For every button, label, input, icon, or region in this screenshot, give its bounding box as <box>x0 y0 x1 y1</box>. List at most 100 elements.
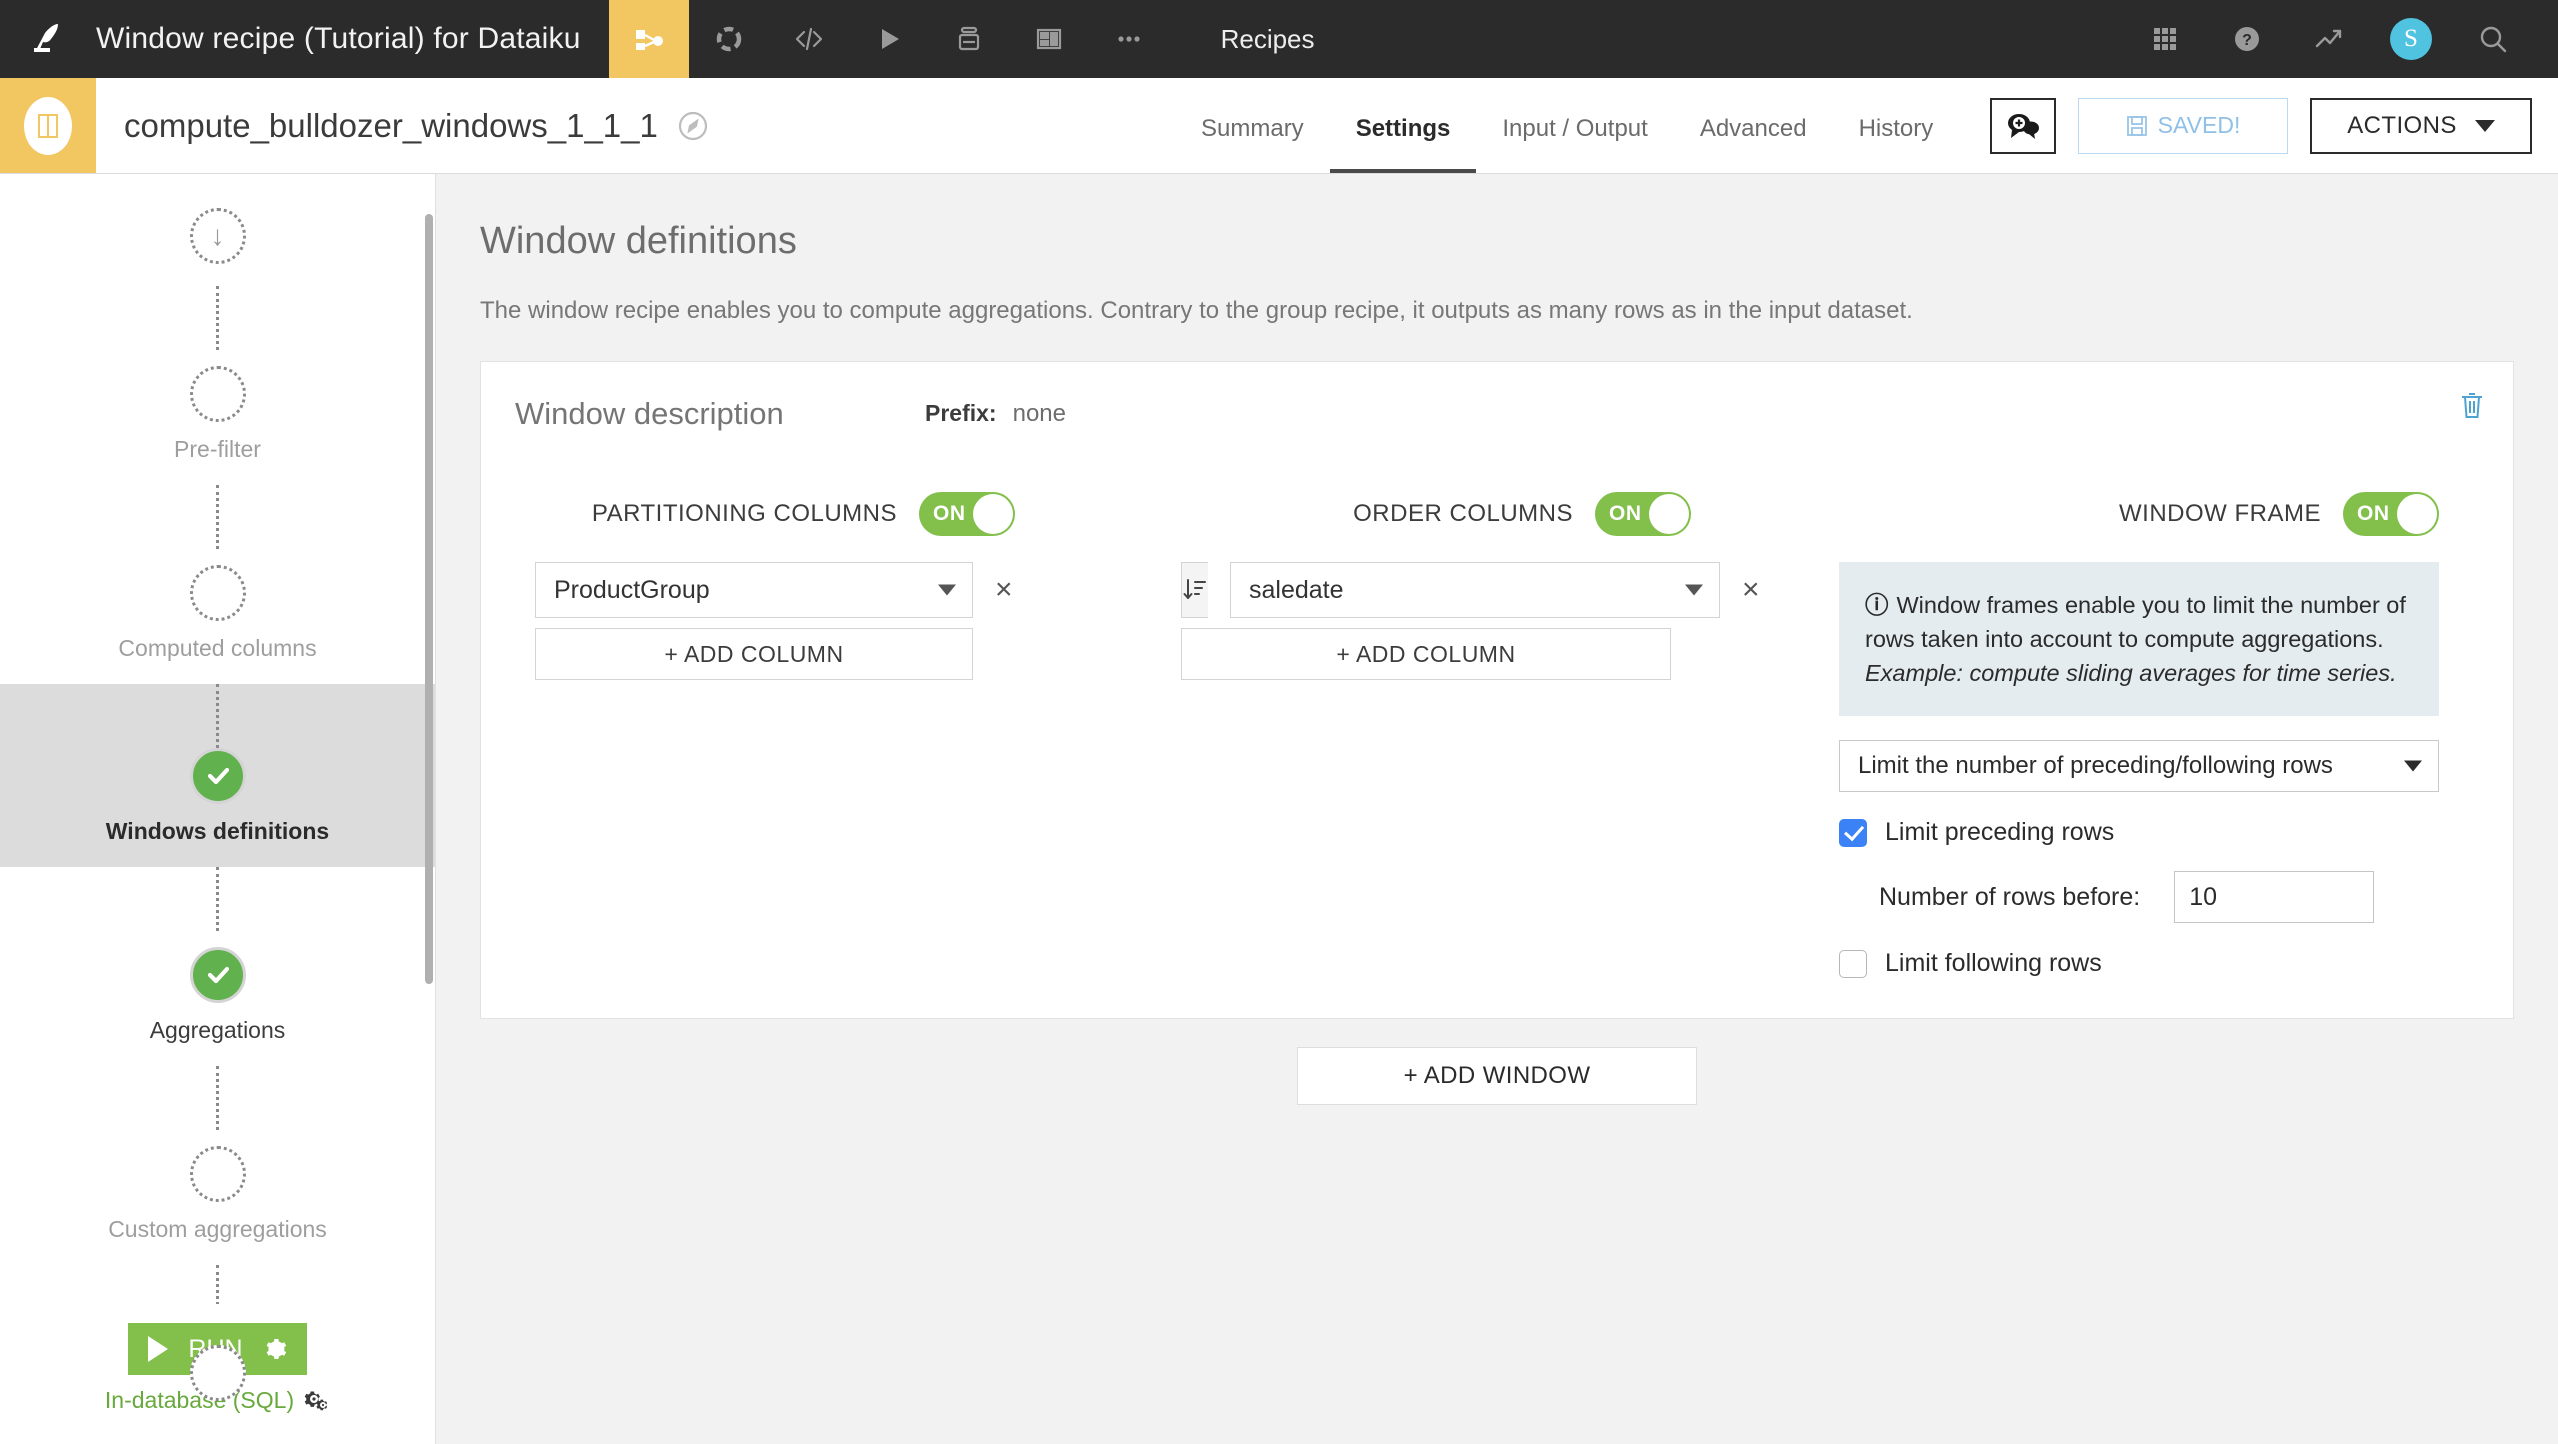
recipe-name[interactable]: compute_bulldozer_windows_1_1_1 <box>124 107 658 145</box>
step-node-check-icon <box>189 947 246 1003</box>
order-columns-title: ORDER COLUMNS <box>1353 500 1573 527</box>
toggle-knob <box>973 494 1013 534</box>
sort-direction-icon[interactable] <box>1181 562 1208 618</box>
window-frame-mode-value: Limit the number of preceding/following … <box>1858 752 2333 780</box>
gear-icon[interactable] <box>263 1337 287 1361</box>
window-frame-mode-select[interactable]: Limit the number of preceding/following … <box>1839 740 2439 793</box>
add-window-button[interactable]: + ADD WINDOW <box>1297 1047 1697 1106</box>
main-content: Window definitions The window recipe ena… <box>436 174 2558 1444</box>
add-order-column-button[interactable]: + ADD COLUMN <box>1181 628 1671 680</box>
recipe-header-actions: SAVED! ACTIONS <box>1990 78 2532 173</box>
info-icon: ⓘ <box>1865 592 1889 618</box>
order-columns-toggle[interactable]: ON <box>1595 492 1691 536</box>
order-toggle-state: ON <box>1609 502 1642 525</box>
limit-preceding-rows-row: Limit preceding rows <box>1839 818 2439 847</box>
actions-label: ACTIONS <box>2347 111 2457 139</box>
recipe-type-badge <box>0 78 96 173</box>
notebooks-icon[interactable] <box>929 0 1009 78</box>
partitioning-column-value: ProductGroup <box>554 575 710 604</box>
partitioning-columns-title: PARTITIONING COLUMNS <box>591 500 897 527</box>
rows-before-label: Number of rows before: <box>1879 882 2141 911</box>
window-frame-block: WINDOW FRAME ON ⓘ Window frames enable yo… <box>1839 492 2439 978</box>
actions-button[interactable]: ACTIONS <box>2310 97 2532 154</box>
flow-icon[interactable] <box>608 0 689 78</box>
chevron-down-icon <box>1685 584 1703 596</box>
limit-following-rows-checkbox[interactable] <box>1839 949 1867 978</box>
order-columns-block: ORDER COLUMNS ON saledate × + ADD COLUMN <box>1181 492 1760 680</box>
sidebar-step-windows-definitions[interactable]: Windows definitions <box>0 684 435 867</box>
section-label-recipes[interactable]: Recipes <box>1221 24 1315 55</box>
window-frame-info-box: ⓘ Window frames enable you to limit the n… <box>1839 562 2439 717</box>
sidebar-step-computed-columns[interactable]: Computed columns <box>0 549 435 684</box>
limit-preceding-rows-checkbox[interactable] <box>1839 818 1867 847</box>
sidebar-step-input[interactable]: ↓ <box>0 192 435 286</box>
dataiku-logo-icon[interactable] <box>0 0 96 78</box>
compass-icon[interactable] <box>676 109 710 143</box>
remove-partitioning-column-icon[interactable]: × <box>995 575 1013 605</box>
step-node-icon <box>189 1345 246 1401</box>
toggle-knob <box>2397 494 2437 534</box>
order-column-value: saledate <box>1249 575 1344 604</box>
delete-window-icon[interactable] <box>2459 390 2485 425</box>
partitioning-columns-header: PARTITIONING COLUMNS ON <box>535 492 1015 536</box>
tab-input-output[interactable]: Input / Output <box>1476 115 1673 173</box>
step-connector <box>216 286 219 350</box>
recipe-name-area: compute_bulldozer_windows_1_1_1 <box>96 78 710 173</box>
add-partitioning-column-button[interactable]: + ADD COLUMN <box>535 628 973 680</box>
activity-icon[interactable] <box>2288 0 2370 78</box>
step-node-check-icon <box>189 748 246 804</box>
tab-history[interactable]: History <box>1833 115 1960 173</box>
recipe-header-bar: compute_bulldozer_windows_1_1_1 Summary … <box>0 78 2558 174</box>
sidebar-step-pre-filter[interactable]: Pre-filter <box>0 350 435 485</box>
prefix-block: Prefix: none <box>925 400 1066 428</box>
partitioning-toggle-state: ON <box>933 502 966 525</box>
step-node-icon <box>189 1146 246 1202</box>
discussions-icon[interactable] <box>1990 97 2056 154</box>
step-node-icon <box>189 565 246 621</box>
gears-icon <box>304 1391 328 1410</box>
order-columns-header: ORDER COLUMNS ON <box>1181 492 1691 536</box>
apps-grid-icon[interactable] <box>2124 0 2206 78</box>
chevron-down-icon <box>2474 119 2495 132</box>
prefix-value[interactable]: none <box>1013 400 1066 428</box>
more-icon[interactable] <box>1089 0 1169 78</box>
page-description: The window recipe enables you to compute… <box>480 297 1913 324</box>
steps-list: ↓ Pre-filter Computed columns Windows de… <box>0 174 435 1423</box>
tab-advanced[interactable]: Advanced <box>1674 115 1833 173</box>
sidebar-step-custom-aggregations[interactable]: Custom aggregations <box>0 1130 435 1265</box>
sidebar-scrollbar[interactable] <box>425 214 433 984</box>
partitioning-columns-toggle[interactable]: ON <box>919 492 1015 536</box>
tab-summary[interactable]: Summary <box>1175 115 1330 173</box>
jobs-play-icon[interactable] <box>849 0 929 78</box>
project-title[interactable]: Window recipe (Tutorial) for Dataiku <box>96 22 609 56</box>
dashboards-icon[interactable] <box>1009 0 1089 78</box>
prefix-label: Prefix: <box>925 400 997 426</box>
partitioning-column-select[interactable]: ProductGroup <box>535 562 973 618</box>
sidebar-step-label-computed-columns: Computed columns <box>118 635 317 661</box>
window-description-input[interactable] <box>515 396 845 432</box>
avatar[interactable]: S <box>2370 0 2452 78</box>
window-frame-title: WINDOW FRAME <box>2119 500 2321 527</box>
sidebar-step-label-windows-definitions: Windows definitions <box>105 818 330 844</box>
input-arrow-node-icon: ↓ <box>189 208 246 264</box>
step-connector <box>216 1066 219 1130</box>
partitioning-columns-block: PARTITIONING COLUMNS ON ProductGroup × +… <box>535 492 1015 680</box>
tab-settings[interactable]: Settings <box>1329 115 1477 173</box>
window-recipe-icon <box>24 96 72 155</box>
window-frame-toggle[interactable]: ON <box>2343 492 2439 536</box>
code-icon[interactable] <box>769 0 849 78</box>
help-icon[interactable]: ? <box>2206 0 2288 78</box>
window-frame-info-example: Example: compute sliding averages for ti… <box>1865 660 2397 687</box>
partitioning-column-row: ProductGroup × <box>535 562 1015 618</box>
remove-order-column-icon[interactable]: × <box>1742 575 1760 605</box>
avatar-initial: S <box>2390 18 2432 60</box>
step-connector <box>216 485 219 549</box>
window-card-header: Prefix: none <box>515 396 2479 432</box>
sidebar-step-aggregations[interactable]: Aggregations <box>0 931 435 1066</box>
dataset-icon[interactable] <box>689 0 769 78</box>
order-column-select[interactable]: saledate <box>1230 562 1720 618</box>
rows-before-input[interactable] <box>2174 871 2375 924</box>
search-icon[interactable] <box>2452 0 2534 78</box>
window-definition-card: Prefix: none PARTITIONING COLUMNS ON <box>480 361 2514 1020</box>
arrow-down-icon: ↓ <box>210 220 225 251</box>
